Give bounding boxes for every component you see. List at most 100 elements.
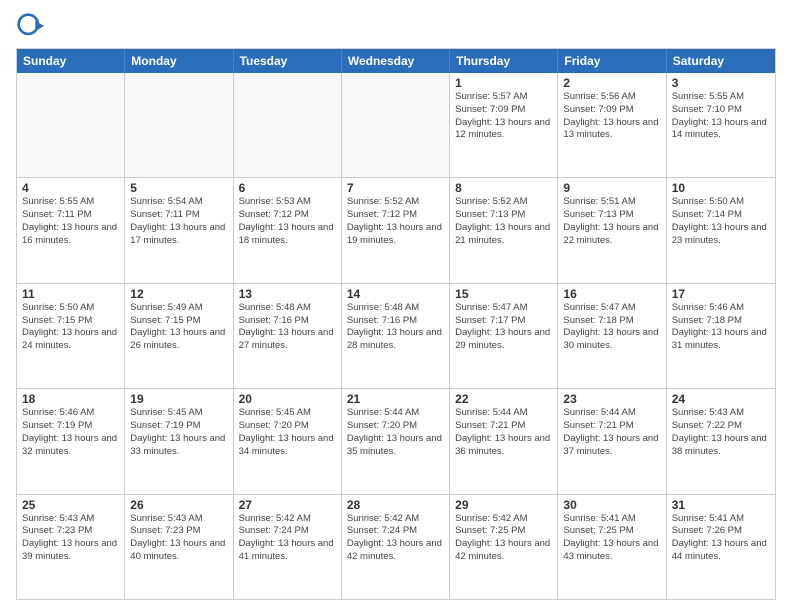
logo-icon	[16, 12, 44, 40]
day-info: Sunrise: 5:43 AMSunset: 7:22 PMDaylight:…	[672, 407, 770, 458]
day-info: Sunrise: 5:43 AMSunset: 7:23 PMDaylight:…	[22, 513, 119, 564]
calendar-cell: 9Sunrise: 5:51 AMSunset: 7:13 PMDaylight…	[558, 178, 666, 282]
day-info: Sunrise: 5:47 AMSunset: 7:17 PMDaylight:…	[455, 302, 552, 353]
calendar-week-2: 4Sunrise: 5:55 AMSunset: 7:11 PMDaylight…	[17, 177, 775, 282]
header-day-tuesday: Tuesday	[234, 49, 342, 73]
calendar-cell: 2Sunrise: 5:56 AMSunset: 7:09 PMDaylight…	[558, 73, 666, 177]
day-info: Sunrise: 5:41 AMSunset: 7:25 PMDaylight:…	[563, 513, 660, 564]
calendar-cell: 14Sunrise: 5:48 AMSunset: 7:16 PMDayligh…	[342, 284, 450, 388]
calendar-cell: 30Sunrise: 5:41 AMSunset: 7:25 PMDayligh…	[558, 495, 666, 599]
day-number: 22	[455, 392, 552, 406]
day-number: 14	[347, 287, 444, 301]
day-number: 27	[239, 498, 336, 512]
day-number: 8	[455, 181, 552, 195]
calendar-cell: 24Sunrise: 5:43 AMSunset: 7:22 PMDayligh…	[667, 389, 775, 493]
day-number: 10	[672, 181, 770, 195]
day-info: Sunrise: 5:47 AMSunset: 7:18 PMDaylight:…	[563, 302, 660, 353]
calendar-cell: 6Sunrise: 5:53 AMSunset: 7:12 PMDaylight…	[234, 178, 342, 282]
calendar-body: 1Sunrise: 5:57 AMSunset: 7:09 PMDaylight…	[17, 73, 775, 599]
header-day-saturday: Saturday	[667, 49, 775, 73]
day-info: Sunrise: 5:45 AMSunset: 7:19 PMDaylight:…	[130, 407, 227, 458]
day-number: 13	[239, 287, 336, 301]
calendar-week-4: 18Sunrise: 5:46 AMSunset: 7:19 PMDayligh…	[17, 388, 775, 493]
header-day-monday: Monday	[125, 49, 233, 73]
calendar: SundayMondayTuesdayWednesdayThursdayFrid…	[16, 48, 776, 600]
day-info: Sunrise: 5:44 AMSunset: 7:20 PMDaylight:…	[347, 407, 444, 458]
day-number: 24	[672, 392, 770, 406]
day-info: Sunrise: 5:42 AMSunset: 7:25 PMDaylight:…	[455, 513, 552, 564]
calendar-cell: 11Sunrise: 5:50 AMSunset: 7:15 PMDayligh…	[17, 284, 125, 388]
day-number: 19	[130, 392, 227, 406]
calendar-cell	[125, 73, 233, 177]
calendar-cell: 25Sunrise: 5:43 AMSunset: 7:23 PMDayligh…	[17, 495, 125, 599]
day-info: Sunrise: 5:41 AMSunset: 7:26 PMDaylight:…	[672, 513, 770, 564]
day-number: 31	[672, 498, 770, 512]
calendar-cell: 22Sunrise: 5:44 AMSunset: 7:21 PMDayligh…	[450, 389, 558, 493]
calendar-cell: 28Sunrise: 5:42 AMSunset: 7:24 PMDayligh…	[342, 495, 450, 599]
calendar-cell: 12Sunrise: 5:49 AMSunset: 7:15 PMDayligh…	[125, 284, 233, 388]
day-number: 15	[455, 287, 552, 301]
calendar-cell: 4Sunrise: 5:55 AMSunset: 7:11 PMDaylight…	[17, 178, 125, 282]
header-day-sunday: Sunday	[17, 49, 125, 73]
day-info: Sunrise: 5:55 AMSunset: 7:10 PMDaylight:…	[672, 91, 770, 142]
day-info: Sunrise: 5:52 AMSunset: 7:12 PMDaylight:…	[347, 196, 444, 247]
day-info: Sunrise: 5:46 AMSunset: 7:18 PMDaylight:…	[672, 302, 770, 353]
day-number: 3	[672, 76, 770, 90]
day-info: Sunrise: 5:52 AMSunset: 7:13 PMDaylight:…	[455, 196, 552, 247]
day-number: 16	[563, 287, 660, 301]
calendar-cell: 8Sunrise: 5:52 AMSunset: 7:13 PMDaylight…	[450, 178, 558, 282]
calendar-cell: 29Sunrise: 5:42 AMSunset: 7:25 PMDayligh…	[450, 495, 558, 599]
calendar-cell: 3Sunrise: 5:55 AMSunset: 7:10 PMDaylight…	[667, 73, 775, 177]
day-number: 4	[22, 181, 119, 195]
calendar-cell: 21Sunrise: 5:44 AMSunset: 7:20 PMDayligh…	[342, 389, 450, 493]
calendar-cell: 16Sunrise: 5:47 AMSunset: 7:18 PMDayligh…	[558, 284, 666, 388]
day-info: Sunrise: 5:45 AMSunset: 7:20 PMDaylight:…	[239, 407, 336, 458]
day-info: Sunrise: 5:46 AMSunset: 7:19 PMDaylight:…	[22, 407, 119, 458]
day-number: 30	[563, 498, 660, 512]
calendar-cell: 27Sunrise: 5:42 AMSunset: 7:24 PMDayligh…	[234, 495, 342, 599]
header	[16, 12, 776, 40]
calendar-cell: 10Sunrise: 5:50 AMSunset: 7:14 PMDayligh…	[667, 178, 775, 282]
calendar-cell: 18Sunrise: 5:46 AMSunset: 7:19 PMDayligh…	[17, 389, 125, 493]
day-info: Sunrise: 5:50 AMSunset: 7:15 PMDaylight:…	[22, 302, 119, 353]
day-number: 5	[130, 181, 227, 195]
day-number: 21	[347, 392, 444, 406]
day-number: 20	[239, 392, 336, 406]
calendar-cell	[234, 73, 342, 177]
day-number: 17	[672, 287, 770, 301]
day-info: Sunrise: 5:50 AMSunset: 7:14 PMDaylight:…	[672, 196, 770, 247]
day-number: 9	[563, 181, 660, 195]
day-number: 11	[22, 287, 119, 301]
day-info: Sunrise: 5:42 AMSunset: 7:24 PMDaylight:…	[347, 513, 444, 564]
day-info: Sunrise: 5:51 AMSunset: 7:13 PMDaylight:…	[563, 196, 660, 247]
day-info: Sunrise: 5:55 AMSunset: 7:11 PMDaylight:…	[22, 196, 119, 247]
day-info: Sunrise: 5:43 AMSunset: 7:23 PMDaylight:…	[130, 513, 227, 564]
day-info: Sunrise: 5:54 AMSunset: 7:11 PMDaylight:…	[130, 196, 227, 247]
calendar-week-5: 25Sunrise: 5:43 AMSunset: 7:23 PMDayligh…	[17, 494, 775, 599]
header-day-wednesday: Wednesday	[342, 49, 450, 73]
calendar-cell: 7Sunrise: 5:52 AMSunset: 7:12 PMDaylight…	[342, 178, 450, 282]
calendar-week-1: 1Sunrise: 5:57 AMSunset: 7:09 PMDaylight…	[17, 73, 775, 177]
calendar-cell: 31Sunrise: 5:41 AMSunset: 7:26 PMDayligh…	[667, 495, 775, 599]
day-number: 2	[563, 76, 660, 90]
day-number: 7	[347, 181, 444, 195]
calendar-cell	[342, 73, 450, 177]
day-number: 25	[22, 498, 119, 512]
day-info: Sunrise: 5:48 AMSunset: 7:16 PMDaylight:…	[347, 302, 444, 353]
day-info: Sunrise: 5:49 AMSunset: 7:15 PMDaylight:…	[130, 302, 227, 353]
calendar-cell: 19Sunrise: 5:45 AMSunset: 7:19 PMDayligh…	[125, 389, 233, 493]
page: SundayMondayTuesdayWednesdayThursdayFrid…	[0, 0, 792, 612]
calendar-cell: 5Sunrise: 5:54 AMSunset: 7:11 PMDaylight…	[125, 178, 233, 282]
day-number: 28	[347, 498, 444, 512]
day-info: Sunrise: 5:57 AMSunset: 7:09 PMDaylight:…	[455, 91, 552, 142]
day-number: 29	[455, 498, 552, 512]
day-info: Sunrise: 5:53 AMSunset: 7:12 PMDaylight:…	[239, 196, 336, 247]
calendar-cell	[17, 73, 125, 177]
day-number: 12	[130, 287, 227, 301]
day-number: 1	[455, 76, 552, 90]
calendar-cell: 20Sunrise: 5:45 AMSunset: 7:20 PMDayligh…	[234, 389, 342, 493]
day-info: Sunrise: 5:56 AMSunset: 7:09 PMDaylight:…	[563, 91, 660, 142]
day-number: 26	[130, 498, 227, 512]
calendar-cell: 13Sunrise: 5:48 AMSunset: 7:16 PMDayligh…	[234, 284, 342, 388]
day-info: Sunrise: 5:44 AMSunset: 7:21 PMDaylight:…	[455, 407, 552, 458]
